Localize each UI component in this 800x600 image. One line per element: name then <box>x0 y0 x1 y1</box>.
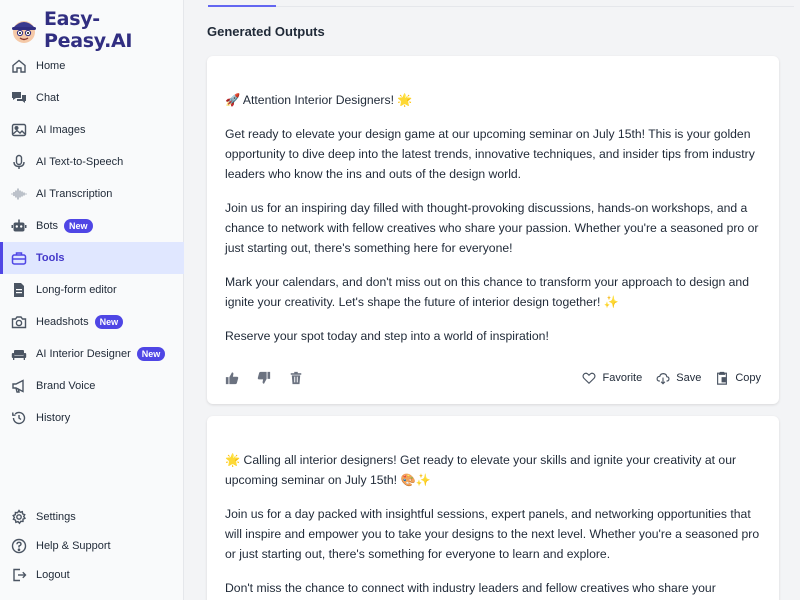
image-icon <box>10 121 28 139</box>
sidebar-item-label: Headshots <box>36 316 89 328</box>
sidebar-item-label: AI Text-to-Speech <box>36 156 124 168</box>
clipboard-icon <box>717 371 728 385</box>
save-label: Save <box>676 372 702 384</box>
sidebar-item-label: Tools <box>36 252 65 264</box>
home-icon <box>10 57 28 75</box>
active-tab-indicator <box>208 5 276 7</box>
chat-icon <box>10 89 28 107</box>
sidebar-item-help-support[interactable]: Help & Support <box>0 531 184 560</box>
history-icon <box>10 409 28 427</box>
sidebar-bottom-nav: Settings Help & Support Logout <box>0 502 184 589</box>
output-paragraph: 🚀 Attention Interior Designers! 🌟 <box>225 93 413 107</box>
new-badge: New <box>64 219 93 233</box>
copy-label: Copy <box>735 372 761 384</box>
trash-icon[interactable] <box>289 371 303 385</box>
sidebar-item-label: AI Transcription <box>36 188 113 200</box>
section-title: Generated Outputs <box>207 24 325 39</box>
sidebar-item-home[interactable]: Home <box>0 50 184 82</box>
sidebar-item-headshots[interactable]: Headshots New <box>0 306 184 338</box>
logo-mascot-icon <box>8 14 40 46</box>
camera-icon <box>10 313 28 331</box>
sidebar-item-label: AI Interior Designer <box>36 348 131 360</box>
sofa-icon <box>10 345 28 363</box>
output-primary-actions: Favorite Save Copy <box>568 371 761 385</box>
sidebar-item-label: Chat <box>36 92 60 104</box>
sidebar-item-brand-voice[interactable]: Brand Voice <box>0 370 184 402</box>
cloud-download-icon <box>656 373 670 385</box>
output-paragraph: Reserve your spot today and step into a … <box>225 329 549 343</box>
sidebar-item-history[interactable]: History <box>0 402 184 434</box>
output-paragraph: Don't miss the chance to connect with in… <box>225 581 716 595</box>
sidebar-item-label: Help & Support <box>36 539 111 552</box>
document-icon <box>10 281 28 299</box>
app-name: Easy-Peasy.AI <box>44 8 133 52</box>
sidebar-item-chat[interactable]: Chat <box>0 82 184 114</box>
sidebar-nav: Home Chat AI Images AI Text-to-Speech AI… <box>0 50 184 434</box>
sidebar-item-ai-text-to-speech[interactable]: AI Text-to-Speech <box>0 146 184 178</box>
sidebar: Easy-Peasy.AI Home Chat AI Images AI Tex… <box>0 0 184 600</box>
microphone-icon <box>10 153 28 171</box>
bot-icon <box>10 217 28 235</box>
gear-icon <box>10 508 28 526</box>
sidebar-item-logout[interactable]: Logout <box>0 560 184 589</box>
logout-icon <box>10 566 28 584</box>
sidebar-item-ai-interior-designer[interactable]: AI Interior Designer New <box>0 338 184 370</box>
sidebar-item-label: History <box>36 412 71 424</box>
sidebar-item-long-form-editor[interactable]: Long-form editor <box>0 274 184 306</box>
sidebar-item-settings[interactable]: Settings <box>0 502 184 531</box>
save-button[interactable]: Save <box>656 371 701 385</box>
sidebar-item-label: Bots <box>36 220 59 232</box>
logo[interactable]: Easy-Peasy.AI <box>8 8 183 52</box>
tab-divider <box>208 6 794 7</box>
output-paragraph: Get ready to elevate your design game at… <box>225 127 755 181</box>
favorite-button[interactable]: Favorite <box>582 371 642 385</box>
new-badge: New <box>94 315 124 329</box>
sidebar-item-label: Long-form editor <box>36 284 117 296</box>
sidebar-item-label: AI Images <box>36 124 86 136</box>
sidebar-item-bots[interactable]: Bots New <box>0 210 184 242</box>
megaphone-icon <box>10 377 28 395</box>
sidebar-item-label: Home <box>36 60 66 72</box>
output-card: 🚀 Attention Interior Designers! 🌟 Get re… <box>207 56 779 404</box>
heart-icon <box>583 372 596 385</box>
briefcase-icon <box>10 249 28 267</box>
waveform-icon <box>10 185 28 203</box>
output-actions: Favorite Save Copy <box>225 368 761 388</box>
feedback-actions <box>225 371 321 385</box>
main-content: Generated Outputs 🚀 Attention Interior D… <box>184 0 800 600</box>
sidebar-item-tools[interactable]: Tools <box>0 242 184 274</box>
thumbs-down-icon[interactable] <box>257 371 271 385</box>
question-icon <box>10 537 28 555</box>
output-card: 🌟 Calling all interior designers! Get re… <box>207 416 779 600</box>
output-paragraph: Mark your calendars, and don't miss out … <box>225 275 749 309</box>
output-paragraph: Join us for a day packed with insightful… <box>225 507 760 561</box>
new-badge: New <box>136 347 166 361</box>
sidebar-item-label: Logout <box>36 568 70 581</box>
output-paragraph: Join us for an inspiring day filled with… <box>225 201 759 255</box>
sidebar-item-ai-transcription[interactable]: AI Transcription <box>0 178 184 210</box>
favorite-label: Favorite <box>602 372 643 384</box>
sidebar-item-ai-images[interactable]: AI Images <box>0 114 184 146</box>
output-paragraph: 🌟 Calling all interior designers! Get re… <box>225 453 737 487</box>
copy-button[interactable]: Copy <box>715 371 761 385</box>
sidebar-item-label: Settings <box>36 510 76 523</box>
thumbs-up-icon[interactable] <box>225 371 239 385</box>
sidebar-item-label: Brand Voice <box>36 380 96 392</box>
